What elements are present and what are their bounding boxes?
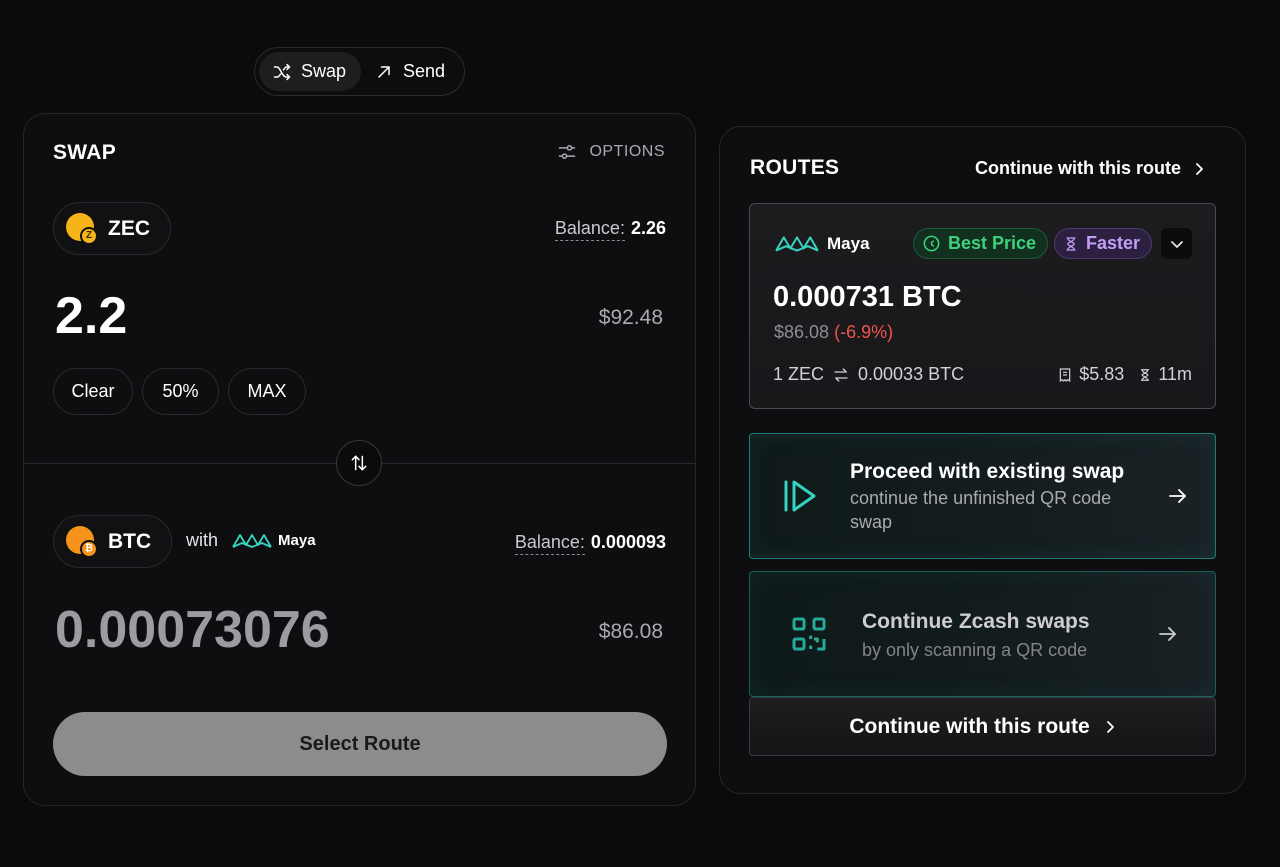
qr-code-icon <box>792 617 826 651</box>
btc-coin-icon: ₿ <box>66 525 98 558</box>
route-rate: 1 ZEC 0.00033 BTC <box>773 364 964 385</box>
expand-route-button[interactable] <box>1161 228 1192 259</box>
chevron-right-icon <box>1106 720 1114 733</box>
arrow-right-icon <box>1159 627 1176 641</box>
clear-button[interactable]: Clear <box>53 368 133 415</box>
options-button[interactable]: OPTIONS <box>557 142 665 162</box>
from-fiat-value: $92.48 <box>598 306 663 329</box>
proceed-existing-swap-card[interactable]: Proceed with existing swap continue the … <box>749 433 1216 559</box>
continue-zcash-swaps-card[interactable]: Continue Zcash swaps by only scanning a … <box>749 571 1216 697</box>
route-fiat: $86.08 (-6.9%) <box>774 322 893 343</box>
route-option-maya[interactable]: Maya Best Price Faster 0.000731 BTC $86.… <box>749 203 1216 409</box>
from-token-symbol: ZEC <box>108 216 150 240</box>
sliders-icon <box>559 145 576 159</box>
promo-zcash-title: Continue Zcash swaps <box>862 610 1090 633</box>
options-label: OPTIONS <box>589 143 665 160</box>
coin-dollar-icon <box>923 235 940 252</box>
to-balance-value: 0.000093 <box>590 532 666 552</box>
continue-route-button[interactable]: Continue with this route <box>749 697 1216 756</box>
from-amount-input[interactable]: 2.2 <box>55 286 127 346</box>
promo-existing-desc: continue the unfinished QR code swap <box>850 488 1112 532</box>
route-fiat-value: $86.08 <box>774 322 830 342</box>
swap-title: SWAP <box>53 141 117 164</box>
promo-zcash-desc: by only scanning a QR code <box>862 640 1088 660</box>
to-balance-label: Balance: <box>514 532 585 555</box>
route-time-value: 11m <box>1158 364 1192 384</box>
exchange-arrows-icon <box>834 367 848 382</box>
swap-tab[interactable]: Swap <box>259 52 362 91</box>
to-amount-output: 0.00073076 <box>55 601 330 659</box>
swap-vertical-icon <box>351 455 367 471</box>
from-balance: Balance: 2.26 <box>554 218 666 241</box>
send-tab[interactable]: Send <box>361 52 460 91</box>
faster-badge: Faster <box>1054 228 1153 259</box>
rate-from: 1 ZEC <box>773 364 825 384</box>
quick-amount-buttons: Clear 50% MAX <box>53 368 306 415</box>
best-price-label: Best Price <box>948 233 1037 253</box>
route-fee-time: $5.83 11m <box>1057 364 1192 385</box>
routes-title: ROUTES <box>750 156 840 179</box>
best-price-badge: Best Price <box>913 228 1049 259</box>
maya-logo-icon <box>232 533 272 548</box>
route-fee: $5.83 <box>1057 364 1124 385</box>
from-balance-value: 2.26 <box>630 218 666 238</box>
select-route-button[interactable]: Select Route <box>53 712 667 776</box>
maya-logo: Maya <box>232 531 316 551</box>
faster-label: Faster <box>1086 233 1141 253</box>
chevron-down-icon <box>1170 240 1183 248</box>
route-provider-name: Maya <box>827 234 870 253</box>
maya-name: Maya <box>278 532 316 549</box>
continue-route-link[interactable]: Continue with this route <box>975 158 1205 179</box>
half-button[interactable]: 50% <box>142 368 219 415</box>
promo-existing-title: Proceed with existing swap <box>850 460 1125 483</box>
mode-toggle: Swap Send <box>254 47 465 96</box>
maya-logo-icon <box>775 236 819 252</box>
zec-coin-icon: Z <box>66 212 98 245</box>
receipt-icon <box>1059 367 1071 382</box>
arrow-up-right-icon <box>378 65 390 78</box>
continue-route-label: Continue with this route <box>975 158 1181 178</box>
route-time: 11m <box>1138 364 1192 385</box>
max-button[interactable]: MAX <box>228 368 306 415</box>
provider-info: with Maya <box>186 530 316 551</box>
to-token-select[interactable]: ₿ BTC <box>53 515 173 568</box>
swap-tab-label: Swap <box>301 61 347 81</box>
arrow-right-icon <box>1169 489 1186 503</box>
to-balance: Balance: 0.000093 <box>514 532 666 555</box>
with-label: with <box>186 530 219 550</box>
route-provider-logo: Maya <box>773 233 870 255</box>
continue-bottom-label: Continue with this route <box>849 714 1090 738</box>
hourglass-icon <box>1141 368 1150 381</box>
chevron-right-icon <box>1196 162 1203 175</box>
to-token-symbol: BTC <box>108 529 152 553</box>
to-fiat-value: $86.08 <box>598 620 663 643</box>
swap-card: SWAP OPTIONS Z ZEC Balance: 2.26 2.2 $92… <box>23 113 696 806</box>
hourglass-icon <box>1066 236 1076 251</box>
route-fee-value: $5.83 <box>1079 364 1125 384</box>
from-balance-label: Balance: <box>554 218 625 241</box>
flip-direction-button[interactable] <box>336 440 382 486</box>
play-forward-icon <box>784 480 816 512</box>
send-tab-label: Send <box>403 61 446 81</box>
route-change: (-6.9%) <box>834 322 894 342</box>
shuffle-icon <box>273 63 291 80</box>
rate-to: 0.00033 BTC <box>858 364 965 384</box>
routes-card: ROUTES Continue with this route Maya Bes… <box>719 126 1246 794</box>
from-token-select[interactable]: Z ZEC <box>53 202 171 255</box>
route-amount: 0.000731 BTC <box>773 281 962 313</box>
